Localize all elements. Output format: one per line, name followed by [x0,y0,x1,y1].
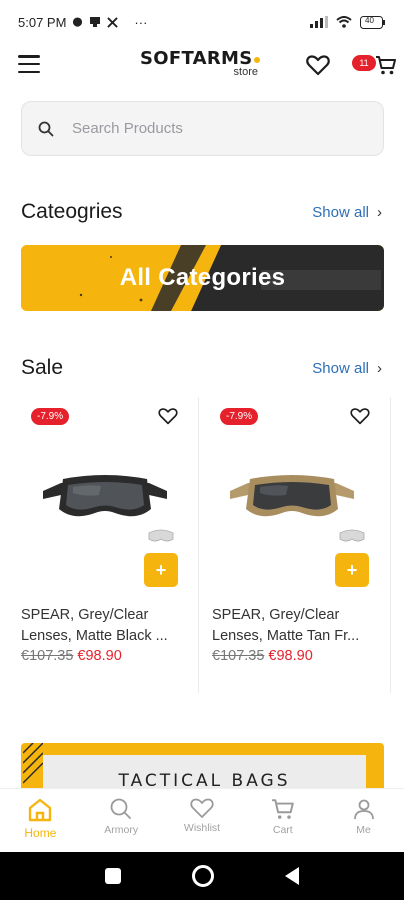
more-notifications: ··· [134,14,148,30]
nav-home[interactable]: Home [0,789,81,852]
status-time: 5:07 PM [18,14,67,30]
old-price: €107.35 [21,648,74,664]
header-wishlist-button[interactable] [306,54,330,76]
product-name-line2: Lenses, Matte Tan Fr... [212,628,360,644]
discount-badge: -7.9% [220,408,259,425]
nav-me-label: Me [356,824,371,836]
nav-wishlist[interactable]: Wishlist [162,789,243,852]
all-categories-banner[interactable]: All Categories [21,245,384,311]
add-to-cart-button[interactable]: + [144,553,178,587]
product-name-line2: Lenses, Matte Black ... [21,628,168,644]
color-variant-thumb[interactable] [338,527,366,545]
logo-dot [253,57,260,63]
sale-title: Sale [21,356,64,379]
heart-icon [190,798,214,818]
search-bar[interactable] [21,101,384,156]
product-name-line1: SPEAR, Grey/Clear [21,607,149,623]
app-header: SOFTARMS store 11 [0,44,404,88]
nav-armory-label: Armory [104,824,139,836]
signal-icon [310,16,328,28]
status-left: 5:07 PM ··· [18,15,147,30]
battery-icon: 40 [360,15,386,29]
logo-subtext: store [233,66,258,78]
nav-armory[interactable]: Armory [81,789,162,852]
sale-price: €98.90 [268,648,313,664]
menu-icon-bar [18,55,40,58]
categories-title: Cateogries [21,200,123,223]
back-button[interactable] [284,867,299,885]
person-icon [353,799,374,820]
menu-icon-bar [18,62,40,66]
discount-badge: -7.9% [31,408,70,425]
sale-show-all-link[interactable]: Show all › [312,360,382,377]
home-system-button[interactable] [191,865,214,887]
categories-show-all-label: Show all [312,204,369,221]
chevron-right-icon: › [377,204,382,221]
status-right: 40 [310,15,386,29]
product-card[interactable]: -7.9% + SPEAR, Grey/Clear Lenses, Matte … [21,397,209,693]
message-icon [89,16,101,28]
old-price: €107.35 [212,648,265,664]
heart-icon[interactable] [350,407,370,425]
logo[interactable]: SOFTARMS store [140,50,266,84]
sale-price: €98.90 [77,648,122,664]
nav-me[interactable]: Me [323,789,404,852]
nav-cart[interactable]: Cart [242,789,323,852]
menu-button[interactable] [18,55,40,73]
categories-show-all-link[interactable]: Show all › [312,204,382,221]
product-name[interactable]: SPEAR, Grey/Clear Lenses, Matte Black ..… [21,605,193,647]
search-icon [110,798,132,819]
all-categories-label: All Categories [119,264,286,291]
product-image[interactable] [228,469,356,525]
product-name[interactable]: SPEAR, Grey/Clear Lenses, Matte Tan Fr..… [212,605,384,647]
menu-icon-bar [18,70,40,73]
product-name-line1: SPEAR, Grey/Clear [212,607,340,623]
x-icon [107,16,119,28]
nav-cart-label: Cart [272,824,293,836]
sale-show-all-label: Show all [312,360,369,377]
chat-bubble-icon [72,16,83,28]
card-divider [198,397,199,693]
nav-home-label: Home [24,826,57,840]
cart-icon [376,56,396,75]
system-navigation-bar [0,852,404,900]
wifi-icon [336,16,352,28]
product-price: €107.35 €98.90 [212,648,313,664]
search-input[interactable] [72,120,332,137]
cart-icon [271,799,294,819]
battery-level: 40 [365,15,374,25]
nav-wishlist-label: Wishlist [183,822,221,834]
home-icon [29,798,52,822]
search-icon [38,121,54,136]
heart-icon [306,55,330,76]
bottom-navigation: Home Armory Wishlist Cart Me [0,788,404,852]
cart-count-badge: 11 [352,55,376,71]
heart-icon[interactable] [158,407,178,425]
next-card-peek [390,397,391,693]
add-to-cart-button[interactable]: + [335,553,369,587]
product-image[interactable] [41,469,169,525]
product-card[interactable]: -7.9% + SPEAR, Grey/Clear Lenses, Matte … [212,397,400,693]
color-variant-thumb[interactable] [147,527,175,545]
product-price: €107.35 €98.90 [21,648,122,664]
status-bar: 5:07 PM ··· 40 [0,0,404,44]
header-cart-button[interactable]: 11 [350,52,400,78]
recents-button[interactable] [105,868,122,884]
chevron-right-icon: › [377,360,382,377]
